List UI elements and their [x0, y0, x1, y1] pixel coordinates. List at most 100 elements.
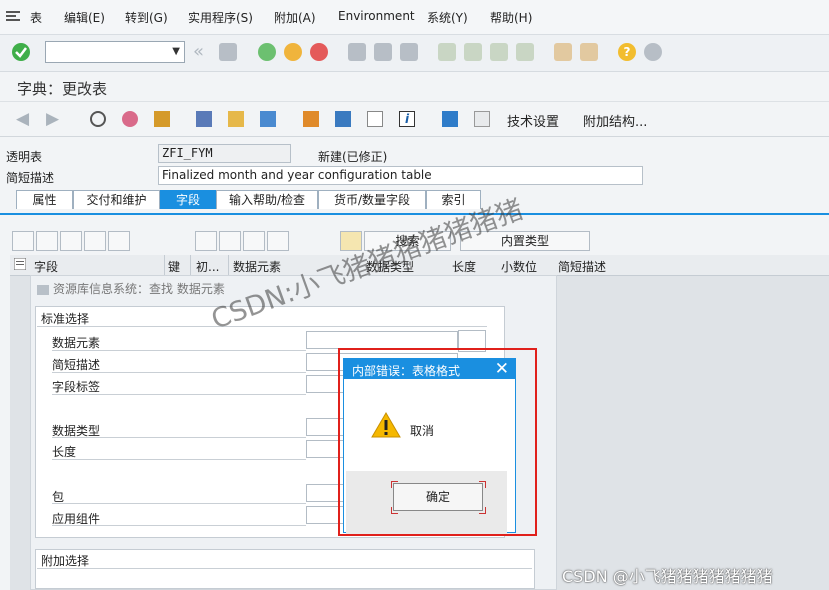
standard-selection-title: 标准选择	[41, 312, 90, 326]
menu-utilities[interactable]: 实用程序(S)	[188, 9, 253, 26]
tab-input-help-check[interactable]: 输入帮助/检查	[216, 190, 318, 209]
menu-icon[interactable]	[6, 10, 20, 25]
previous-page-icon[interactable]	[464, 43, 482, 61]
dependencies-icon[interactable]	[442, 111, 458, 127]
field-underline	[52, 372, 306, 373]
other-object-icon[interactable]	[122, 111, 138, 127]
standard-toolbar: ▼ « ?	[0, 35, 829, 72]
help-icon[interactable]: ?	[618, 43, 636, 61]
print-icon[interactable]	[348, 43, 366, 61]
search-help-icon	[37, 284, 49, 295]
menu-help[interactable]: 帮助(H)	[490, 9, 532, 26]
sh-input-data-element[interactable]	[306, 331, 458, 349]
warning-icon	[371, 411, 401, 442]
find-icon[interactable]	[374, 43, 392, 61]
short-desc-input[interactable]: Finalized month and year configuration t…	[158, 166, 643, 185]
table-name-field: ZFI_FYM	[158, 144, 291, 163]
field-underline	[52, 350, 306, 351]
column-divider	[228, 255, 229, 275]
column-divider	[164, 255, 165, 275]
col-decimals[interactable]: 小数位	[501, 258, 537, 275]
short-desc-label: 简短描述	[6, 171, 55, 185]
tab-fields[interactable]: 字段	[160, 190, 216, 209]
arrow-left-icon[interactable]: ◀	[16, 111, 32, 128]
cut-icon[interactable]	[12, 231, 34, 251]
collapse-icon[interactable]	[195, 231, 217, 251]
menu-extras[interactable]: 附加(A)	[274, 9, 316, 26]
menu-goto[interactable]: 转到(G)	[125, 9, 168, 26]
group-title-divider	[37, 326, 487, 327]
arrow-right-icon[interactable]: ▶	[46, 111, 62, 128]
delete-row-icon[interactable]	[108, 231, 130, 251]
last-page-icon[interactable]	[516, 43, 534, 61]
focus-corner	[391, 481, 398, 488]
next-page-icon[interactable]	[490, 43, 508, 61]
back-icon[interactable]	[258, 43, 276, 61]
ok-button[interactable]: 确定	[393, 483, 483, 511]
where-used-icon[interactable]	[260, 111, 276, 127]
check-icon[interactable]	[154, 111, 170, 127]
menu-system[interactable]: 系统(Y)	[427, 9, 468, 26]
append-structure-button[interactable]: 附加结构...	[583, 111, 647, 130]
shortcut-icon[interactable]	[580, 43, 598, 61]
menu-bar: 表 编辑(E) 转到(G) 实用程序(S) 附加(A) Environment …	[0, 0, 829, 35]
select-all-icon[interactable]	[219, 231, 241, 251]
display-change-icon[interactable]	[90, 111, 106, 127]
col-length[interactable]: 长度	[452, 258, 476, 275]
col-key[interactable]: 键	[168, 258, 180, 275]
chevron-down-icon[interactable]: ▼	[172, 46, 180, 57]
tab-attributes[interactable]: 属性	[16, 190, 73, 209]
hierarchy-icon[interactable]	[303, 111, 319, 127]
deselect-icon[interactable]	[243, 231, 265, 251]
menu-table[interactable]: 表	[30, 9, 42, 26]
focus-corner	[479, 481, 486, 488]
transparent-table-label: 透明表	[6, 150, 43, 164]
row-selector-icon[interactable]	[13, 257, 27, 273]
first-page-icon[interactable]	[438, 43, 456, 61]
gear-icon[interactable]	[644, 43, 662, 61]
cancel-icon[interactable]	[310, 43, 328, 61]
table-contents-icon[interactable]	[474, 111, 490, 127]
additional-selection-group	[35, 549, 535, 589]
error-dialog-header: 内部错误：表格格式 ✕	[344, 359, 515, 379]
new-session-icon[interactable]	[554, 43, 572, 61]
col-field[interactable]: 字段	[34, 258, 58, 275]
additional-selection-title: 附加选择	[41, 554, 90, 568]
enter-icon[interactable]	[12, 43, 30, 61]
copy-icon[interactable]	[36, 231, 58, 251]
display-object-icon[interactable]	[367, 111, 383, 127]
paste-icon[interactable]	[60, 231, 82, 251]
field-underline	[52, 459, 306, 460]
find-next-icon[interactable]	[400, 43, 418, 61]
sh-label-length: 长度	[52, 445, 77, 459]
back-double-icon[interactable]: «	[193, 43, 211, 61]
tech-settings-button[interactable]: 技术设置	[507, 111, 559, 130]
object-list-icon[interactable]	[335, 111, 351, 127]
field-underline	[52, 437, 306, 438]
exit-icon[interactable]	[284, 43, 302, 61]
menu-edit[interactable]: 编辑(E)	[64, 9, 105, 26]
sh-label-data-element: 数据元素	[52, 336, 101, 350]
field-underline	[52, 525, 306, 526]
expand-icon[interactable]	[267, 231, 289, 251]
error-message: 取消	[410, 424, 435, 438]
magic-wand-icon[interactable]	[228, 111, 244, 127]
status-text: 新建(已修正)	[318, 150, 388, 164]
menu-environment[interactable]: Environment	[338, 9, 415, 23]
col-short-desc[interactable]: 简短描述	[558, 258, 606, 275]
save-icon[interactable]	[219, 43, 237, 61]
tab-currency-quantity[interactable]: 货币/数量字段	[318, 190, 426, 209]
sh-label-field-label: 字段标签	[52, 380, 101, 394]
search-help-title-text: 资源库信息系统：查找 数据元素	[53, 282, 225, 296]
focus-corner	[479, 507, 486, 514]
col-initial[interactable]: 初...	[196, 258, 219, 275]
close-icon[interactable]: ✕	[495, 359, 509, 379]
activate-icon[interactable]	[196, 111, 212, 127]
info-icon[interactable]: i	[399, 111, 415, 127]
insert-row-icon[interactable]	[84, 231, 106, 251]
tab-delivery-maintenance[interactable]: 交付和维护	[73, 190, 160, 209]
command-field[interactable]: ▼	[45, 41, 185, 63]
corner-watermark: CSDN @小飞猪猪猪猪猪猪猪	[562, 567, 773, 586]
col-data-element[interactable]: 数据元素	[233, 258, 281, 275]
title-bar: 字典：更改表	[0, 72, 829, 100]
